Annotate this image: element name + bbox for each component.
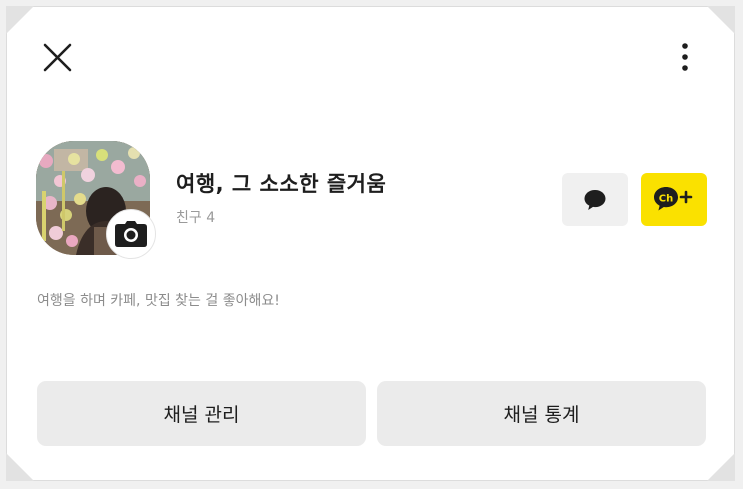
chat-bubble-icon — [584, 189, 606, 210]
manage-channel-button[interactable]: 채널 관리 — [37, 381, 366, 446]
channel-description: 여행을 하며 카페, 맛집 찾는 걸 좋아해요! — [37, 293, 280, 309]
chat-button[interactable] — [562, 173, 628, 226]
corner-decoration — [6, 453, 34, 481]
close-icon — [43, 43, 72, 72]
profile-avatar-area — [36, 141, 156, 261]
channel-stats-button[interactable]: 채널 통계 — [377, 381, 706, 446]
channel-name: 여행, 그 소소한 즐거움 — [176, 172, 387, 196]
channel-add-icon: Ch — [654, 186, 693, 210]
close-button[interactable] — [38, 38, 78, 78]
channel-add-button[interactable]: Ch — [641, 173, 707, 226]
svg-text:Ch: Ch — [659, 193, 673, 204]
corner-decoration — [6, 6, 34, 34]
more-vertical-icon — [682, 43, 688, 71]
camera-icon — [115, 221, 147, 247]
corner-decoration — [707, 6, 735, 34]
change-photo-button[interactable] — [106, 209, 156, 259]
corner-decoration — [707, 453, 735, 481]
friends-count[interactable]: 친구 4 — [176, 207, 215, 227]
more-options-button[interactable] — [670, 38, 700, 78]
